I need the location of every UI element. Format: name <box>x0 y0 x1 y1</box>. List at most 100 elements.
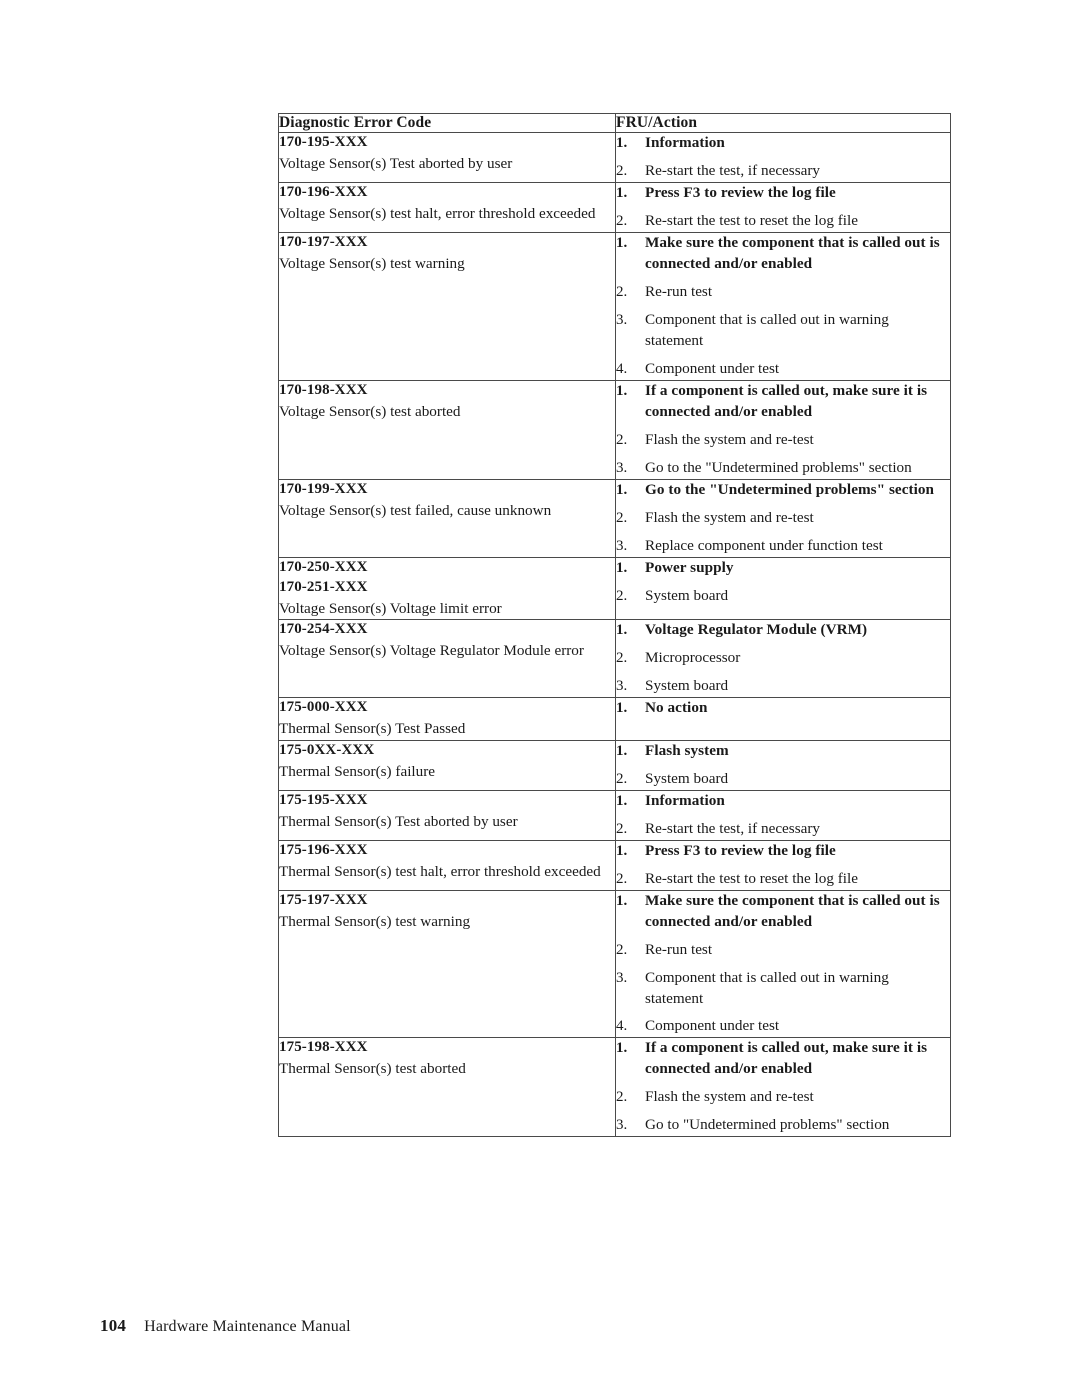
fru-action-text: If a component is called out, make sure … <box>645 1039 928 1078</box>
fru-action-text: Component that is called out in warning … <box>645 968 889 1007</box>
fru-action-number: 4. <box>616 1018 628 1035</box>
fru-action-number: 2. <box>616 870 628 887</box>
fru-action-item: 1. Press F3 to review the log file <box>616 183 950 204</box>
column-header-fru-action: FRU/Action <box>615 112 951 134</box>
fru-action-text: Press F3 to review the log file <box>645 841 836 859</box>
column-header-diagnostic-error-code: Diagnostic Error Code <box>278 112 616 134</box>
fru-action-number: 1. <box>616 135 628 152</box>
table-row: 170-196-XXX Voltage Sensor(s) test halt, … <box>278 182 951 234</box>
error-code-id: 170-197-XXX <box>279 234 368 251</box>
table-row: 170-199-XXX Voltage Sensor(s) test failed… <box>278 478 951 558</box>
error-code-description: Voltage Sensor(s) test warning <box>279 255 465 273</box>
fru-action-number: 3. <box>616 1117 628 1134</box>
error-code-id: 175-198-XXX <box>279 1039 368 1056</box>
fru-action-item: 3. Replace component under function test <box>616 536 950 557</box>
fru-action-number: 2. <box>616 284 628 301</box>
fru-action-cell: 1. Information 2. Re-start the test, if nec… <box>615 132 951 184</box>
error-code-cell: 170-250-XXX 170-251-XXX Voltage Sensor(s) … <box>278 556 616 621</box>
fru-action-number: 2. <box>616 431 628 448</box>
fru-action-item: 2. Re-run test <box>616 940 950 961</box>
fru-action-list: 1. Power supply 2. System board <box>616 558 950 607</box>
fru-action-cell: 1. Press F3 to review the log file 2. Re-st… <box>615 839 951 891</box>
table-header: Diagnostic Error Code FRU/Action <box>278 112 951 134</box>
fru-action-item: 4. Component under test <box>616 359 950 380</box>
error-code-id: 170-196-XXX <box>279 184 368 201</box>
error-code-description: Voltage Sensor(s) test failed, cause unk… <box>279 501 552 519</box>
fru-action-number: 4. <box>616 361 628 377</box>
fru-action-item: 1. Information <box>616 133 950 154</box>
fru-action-item: 2. System board <box>616 586 950 607</box>
error-code-cell: 170-198-XXX Voltage Sensor(s) test aborte… <box>278 379 616 480</box>
fru-action-item: 1. If a component is called out, make sur… <box>616 381 950 423</box>
fru-action-number: 2. <box>616 587 628 604</box>
fru-action-text: Re-run test <box>645 940 713 958</box>
fru-action-number: 2. <box>616 1089 628 1106</box>
fru-action-list: 1. If a component is called out, make sur… <box>616 1038 950 1136</box>
table-row: 175-0XX-XXX Thermal Sensor(s) failure 1. Fl… <box>278 739 951 791</box>
fru-action-number: 2. <box>616 650 628 667</box>
fru-action-number: 1. <box>616 235 628 252</box>
error-code-cell: 175-198-XXX Thermal Sensor(s) test aborte… <box>278 1037 616 1138</box>
error-code-description: Thermal Sensor(s) Test Passed <box>279 720 466 738</box>
fru-action-item: 3. System board <box>616 676 950 697</box>
fru-action-text: Re-start the test to reset the log file <box>645 869 858 887</box>
fru-action-number: 1. <box>616 481 628 498</box>
fru-action-item: 4. Component under test <box>616 1016 950 1037</box>
fru-action-item: 3. Component that is called out in warnin… <box>616 968 950 1010</box>
fru-action-number: 1. <box>616 742 628 759</box>
error-code-description: Voltage Sensor(s) test halt, error thres… <box>279 205 596 223</box>
fru-action-number: 1. <box>616 622 628 639</box>
fru-action-item: 1. Make sure the component that is called… <box>616 891 950 933</box>
table-body: 170-195-XXX Voltage Sensor(s) Test aborte… <box>278 132 951 1138</box>
fru-action-cell: 1. If a component is called out, make sur… <box>615 379 951 480</box>
fru-action-number: 1. <box>616 382 628 399</box>
fru-action-cell: 1. Make sure the component that is called… <box>615 889 951 1039</box>
error-code-cell: 175-197-XXX Thermal Sensor(s) test warnin… <box>278 889 616 1039</box>
fru-action-text: Make sure the component that is called o… <box>645 891 940 930</box>
fru-action-text: Power supply <box>645 558 734 576</box>
error-code-cell: 170-195-XXX Voltage Sensor(s) Test aborte… <box>278 132 616 184</box>
fru-action-number: 1. <box>616 185 628 202</box>
fru-action-number: 1. <box>616 792 628 809</box>
error-code-cell: 175-000-XXX Thermal Sensor(s) Test Passed <box>278 697 616 741</box>
fru-action-text: If a component is called out, make sure … <box>645 381 928 420</box>
fru-action-cell: 1. Information 2. Re-start the test, if nec… <box>615 789 951 841</box>
table-row: 170-198-XXX Voltage Sensor(s) test aborte… <box>278 379 951 480</box>
fru-action-item: 2. Flash the system and re-test <box>616 508 950 529</box>
fru-action-number: 2. <box>616 941 628 958</box>
table-row: 175-198-XXX Thermal Sensor(s) test aborte… <box>278 1037 951 1138</box>
table-row: 170-195-XXX Voltage Sensor(s) Test aborte… <box>278 132 951 184</box>
diagnostic-error-code-table-wrapper: Diagnostic Error Code FRU/Action 170-195… <box>278 112 951 1138</box>
fru-action-text: Information <box>645 791 725 809</box>
error-code-id: 175-196-XXX <box>279 841 368 858</box>
error-code-id: 170-198-XXX <box>279 381 368 398</box>
fru-action-list: 1. Voltage Regulator Module (VRM) 2. Microp… <box>616 620 950 697</box>
fru-action-cell: 1. Make sure the component that is called… <box>615 232 951 381</box>
fru-action-item: 1. If a component is called out, make sur… <box>616 1038 950 1080</box>
error-code-description: Voltage Sensor(s) test aborted <box>279 402 461 420</box>
error-code-cell: 175-195-XXX Thermal Sensor(s) Test aborte… <box>278 789 616 841</box>
fru-action-item: 2. Flash the system and re-test <box>616 430 950 451</box>
error-code-id: 175-195-XXX <box>279 791 368 808</box>
fru-action-text: Component under test <box>645 1017 780 1035</box>
fru-action-text: Replace component under function test <box>645 536 883 554</box>
fru-action-list: 1. Information 2. Re-start the test, if nec… <box>616 133 950 182</box>
fru-action-text: Flash the system and re-test <box>645 430 814 448</box>
table-row: 175-197-XXX Thermal Sensor(s) test warnin… <box>278 889 951 1039</box>
error-code-id: 170-254-XXX <box>279 621 368 638</box>
error-code-description: Thermal Sensor(s) failure <box>279 762 436 780</box>
fru-action-cell: 1. If a component is called out, make sur… <box>615 1037 951 1138</box>
error-code-id: 170-195-XXX <box>279 134 368 151</box>
error-code-description: Voltage Sensor(s) Voltage Regulator Modu… <box>279 642 584 660</box>
fru-action-item: 1. Go to the "Undetermined problems" sect… <box>616 480 950 501</box>
fru-action-number: 2. <box>616 820 628 837</box>
fru-action-list: 1. Make sure the component that is called… <box>616 891 950 1038</box>
fru-action-item: 2. Microprocessor <box>616 648 950 669</box>
fru-action-text: Make sure the component that is called o… <box>645 234 940 273</box>
fru-action-item: 1. No action <box>616 698 950 719</box>
table-row: 170-197-XXX Voltage Sensor(s) test warnin… <box>278 232 951 381</box>
fru-action-number: 1. <box>616 1040 628 1057</box>
fru-action-text: System board <box>645 586 729 604</box>
error-code-description: Thermal Sensor(s) test aborted <box>279 1060 466 1078</box>
error-code-id: 170-251-XXX <box>279 578 368 595</box>
